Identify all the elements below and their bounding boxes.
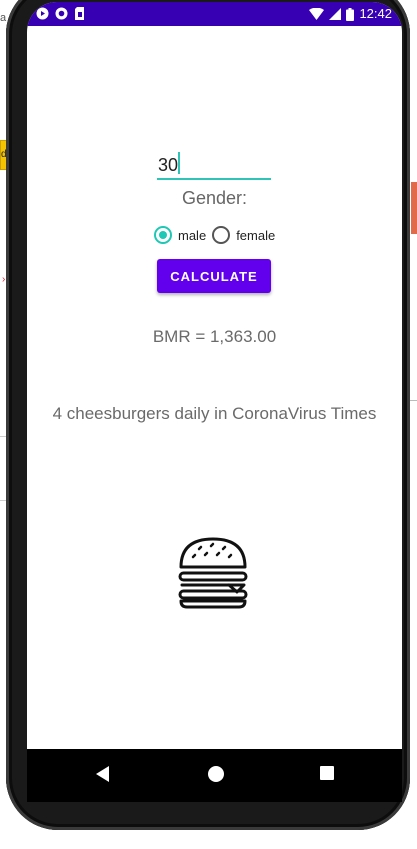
text-cursor	[178, 152, 180, 174]
age-input[interactable]	[157, 154, 271, 180]
status-clock: 12:42	[359, 6, 392, 21]
wifi-icon	[309, 8, 325, 20]
home-icon[interactable]	[207, 765, 225, 788]
signal-icon	[329, 8, 342, 20]
record-icon	[55, 7, 68, 20]
play-icon	[36, 7, 49, 20]
radio-checked-icon[interactable]	[154, 226, 172, 244]
gender-radio-group: male female	[154, 226, 281, 244]
radio-male[interactable]: male	[154, 226, 206, 244]
navigation-bar	[27, 749, 402, 802]
bmr-result: BMR = 1,363.00	[152, 327, 277, 346]
battery-icon	[346, 7, 355, 21]
radio-unchecked-icon[interactable]	[212, 226, 231, 244]
hamburger-icon	[178, 537, 248, 609]
radio-female[interactable]: female	[212, 226, 275, 244]
background-orange-fragment	[411, 182, 417, 234]
burger-message: 4 cheesburgers daily in CoronaVirus Time…	[52, 404, 377, 423]
background-text-fragment: a	[0, 12, 7, 24]
recents-icon[interactable]	[319, 765, 335, 786]
gender-label: Gender:	[181, 188, 248, 208]
radio-female-label: female	[236, 227, 276, 243]
sim-card-icon	[74, 7, 85, 20]
status-system: 12:42	[309, 6, 392, 22]
radio-male-label: male	[178, 227, 207, 243]
phone-screen: 12:42 Gender: male female CALCULATE BMR …	[27, 2, 402, 802]
back-icon[interactable]	[94, 765, 110, 788]
phone-frame: 12:42 Gender: male female CALCULATE BMR …	[6, 0, 410, 830]
status-notifications	[36, 7, 85, 20]
background-divider	[409, 400, 417, 401]
status-bar: 12:42	[27, 2, 402, 26]
calculate-button[interactable]: CALCULATE	[157, 259, 271, 293]
